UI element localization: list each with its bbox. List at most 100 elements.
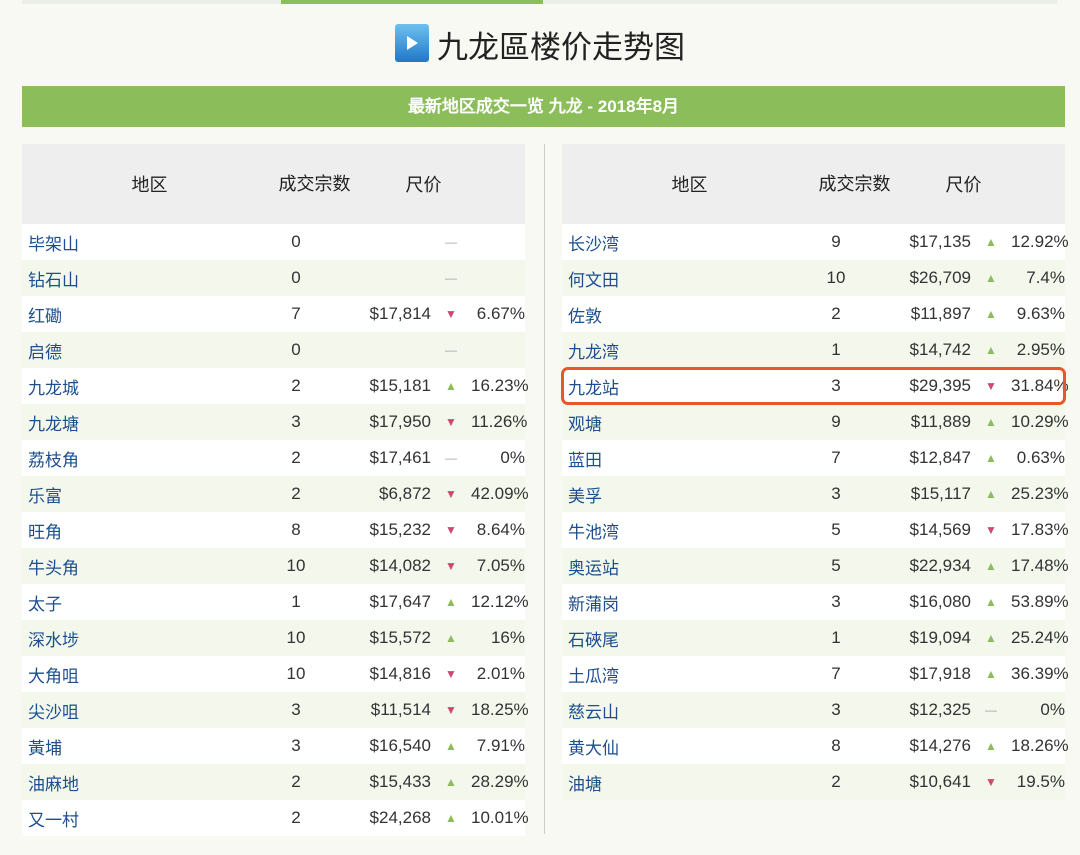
table-row: 蓝田 7 $12,847 ▲ 0.63% xyxy=(562,440,1065,476)
trend-down-icon: ▼ xyxy=(985,523,997,537)
deal-count: 1 xyxy=(291,592,301,611)
table-row: 新蒲岗 3 $16,080 ▲ 53.89% xyxy=(562,584,1069,620)
change-percent: 11.26% xyxy=(471,412,528,431)
price-per-sqft: $22,934 xyxy=(909,556,971,575)
region-link[interactable]: 牛头角 xyxy=(22,554,256,579)
region-link[interactable]: 长沙湾 xyxy=(562,230,796,255)
deal-count: 3 xyxy=(831,376,841,395)
price-per-sqft: $14,816 xyxy=(369,664,431,683)
trend-flat-icon: — xyxy=(445,235,457,249)
region-link[interactable]: 深水埗 xyxy=(22,626,256,651)
region-link[interactable]: 九龙湾 xyxy=(562,338,796,363)
table-row: 牛头角 10 $14,082 ▼ 7.05% xyxy=(22,548,525,584)
region-link[interactable]: 蓝田 xyxy=(562,446,796,471)
trend-up-icon: ▲ xyxy=(985,487,997,501)
region-link[interactable]: 石硤尾 xyxy=(562,626,796,651)
trend-up-icon: ▲ xyxy=(445,811,457,825)
active-tab-indicator[interactable] xyxy=(281,0,543,4)
trend-down-icon: ▼ xyxy=(985,379,997,393)
region-link[interactable]: 油麻地 xyxy=(22,770,256,795)
change-percent: 25.24% xyxy=(1011,628,1069,647)
trend-up-icon: ▲ xyxy=(985,451,997,465)
trend-up-icon: ▲ xyxy=(445,379,457,393)
table-row: 钻石山 0 — xyxy=(22,260,525,296)
header-region: 地区 xyxy=(131,175,168,195)
change-percent: 17.83% xyxy=(1011,520,1069,539)
price-per-sqft: $29,395 xyxy=(909,376,971,395)
region-link[interactable]: 乐富 xyxy=(22,482,256,507)
region-link[interactable]: 九龙城 xyxy=(22,374,256,399)
trend-flat-icon: — xyxy=(985,703,997,717)
region-link[interactable]: 大角咀 xyxy=(22,662,256,687)
change-percent: 7.05% xyxy=(476,556,525,575)
change-percent: 42.09% xyxy=(471,484,529,503)
header-count: 成交宗数 xyxy=(818,174,891,194)
deal-count: 8 xyxy=(291,520,301,539)
region-link[interactable]: 奥运站 xyxy=(562,554,796,579)
deal-count: 0 xyxy=(291,340,301,359)
price-per-sqft: $15,117 xyxy=(910,484,971,503)
trend-up-icon: ▲ xyxy=(985,595,997,609)
trend-down-icon: ▼ xyxy=(445,559,457,573)
trend-down-icon: ▼ xyxy=(445,667,457,681)
deal-count: 0 xyxy=(291,232,301,251)
price-per-sqft: $6,872 xyxy=(379,484,431,503)
price-per-sqft: $17,950 xyxy=(369,412,431,431)
price-per-sqft: $12,847 xyxy=(909,448,971,467)
region-link[interactable]: 九龙塘 xyxy=(22,410,256,435)
region-link[interactable]: 观塘 xyxy=(562,410,796,435)
region-link[interactable]: 红磡 xyxy=(22,302,256,327)
change-percent: 17.48% xyxy=(1011,556,1069,575)
region-link[interactable]: 何文田 xyxy=(562,266,796,291)
region-link[interactable]: 油塘 xyxy=(562,770,796,795)
change-percent: 9.63% xyxy=(1016,304,1065,323)
region-link[interactable]: 荔枝角 xyxy=(22,446,256,471)
region-link[interactable]: 九龙站 xyxy=(562,374,796,399)
deal-count: 10 xyxy=(826,268,846,287)
table-header: 地区 成交宗数 尺价 xyxy=(562,144,1065,224)
region-link[interactable]: 美孚 xyxy=(562,482,796,507)
region-link[interactable]: 太子 xyxy=(22,590,256,615)
region-link[interactable]: 土瓜湾 xyxy=(562,662,796,687)
change-percent: 18.25% xyxy=(471,700,529,719)
table-row: 深水埗 10 $15,572 ▲ 16% xyxy=(22,620,525,656)
table-row: 观塘 9 $11,889 ▲ 10.29% xyxy=(562,404,1069,440)
price-per-sqft: $17,918 xyxy=(909,664,971,683)
region-link[interactable]: 尖沙咀 xyxy=(22,698,256,723)
change-percent: 18.26% xyxy=(1011,736,1069,755)
region-link[interactable]: 新蒲岗 xyxy=(562,590,796,615)
change-percent: 10.29% xyxy=(1011,412,1069,431)
region-link[interactable]: 毕架山 xyxy=(22,230,256,255)
header-region: 地区 xyxy=(671,175,708,195)
change-percent: 10.01% xyxy=(471,808,529,827)
trend-down-icon: ▼ xyxy=(985,775,997,789)
table-row: 毕架山 0 — xyxy=(22,224,525,260)
section-banner: 最新地区成交一览 九龙 - 2018年8月 xyxy=(22,86,1065,127)
trend-flat-icon: — xyxy=(445,451,457,465)
region-link[interactable]: 又一村 xyxy=(22,806,256,831)
header-price: 尺价 xyxy=(945,175,982,195)
change-percent: 2.01% xyxy=(476,664,525,683)
trend-up-icon: ▲ xyxy=(985,343,997,357)
deal-count: 10 xyxy=(286,664,306,683)
deal-count: 5 xyxy=(831,520,841,539)
table-row: 尖沙咀 3 $11,514 ▼ 18.25% xyxy=(22,692,529,728)
table-row: 佐敦 2 $11,897 ▲ 9.63% xyxy=(562,296,1065,332)
region-link[interactable]: 佐敦 xyxy=(562,302,796,327)
region-link[interactable]: 黄大仙 xyxy=(562,734,796,759)
trend-up-icon: ▲ xyxy=(985,631,997,645)
region-link[interactable]: 启德 xyxy=(22,338,256,363)
table-row: 红磡 7 $17,814 ▼ 6.67% xyxy=(22,296,525,332)
region-link[interactable]: 黃埔 xyxy=(22,734,256,759)
deal-count: 2 xyxy=(291,376,301,395)
region-link[interactable]: 牛池湾 xyxy=(562,518,796,543)
region-link[interactable]: 钻石山 xyxy=(22,266,256,291)
change-percent: 16% xyxy=(490,628,525,647)
table-row: 慈云山 3 $12,325 — 0% xyxy=(562,692,1065,728)
region-link[interactable]: 旺角 xyxy=(22,518,256,543)
deal-count: 8 xyxy=(831,736,841,755)
trend-up-icon: ▲ xyxy=(445,631,457,645)
region-link[interactable]: 慈云山 xyxy=(562,698,796,723)
price-per-sqft: $11,889 xyxy=(910,412,971,431)
trend-down-icon: ▼ xyxy=(445,703,457,717)
